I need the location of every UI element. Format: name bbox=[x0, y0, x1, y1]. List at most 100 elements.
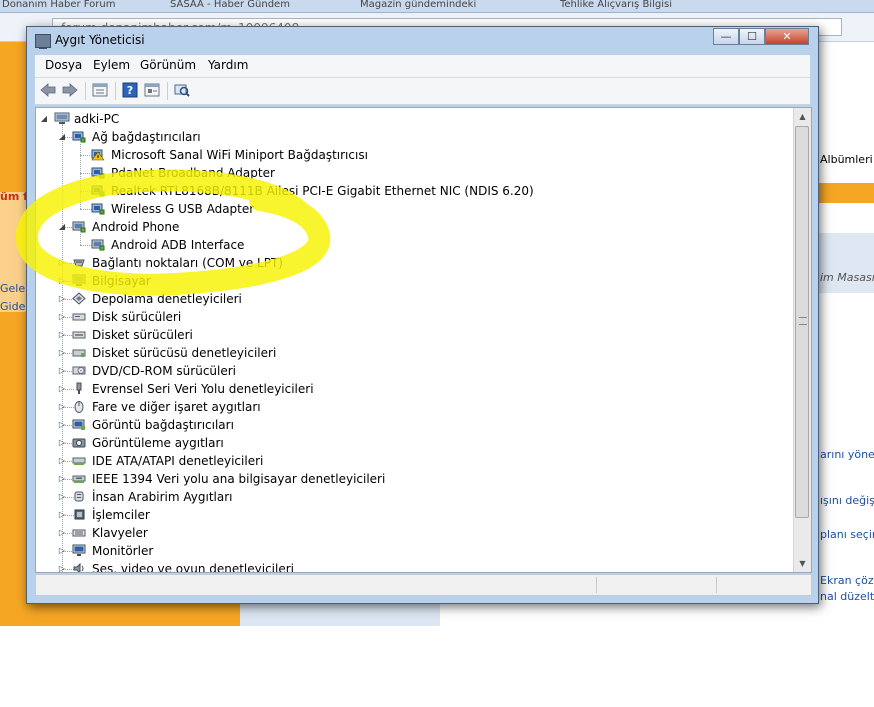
update-driver-icon[interactable] bbox=[143, 82, 161, 98]
page-left-label: üm f bbox=[0, 190, 28, 203]
menu-eylem[interactable]: Eylem bbox=[93, 58, 130, 72]
vertical-scrollbar[interactable]: ▲ ▼ bbox=[793, 108, 811, 572]
title-bar[interactable]: Aygıt Yöneticisi — ☐ ✕ bbox=[27, 27, 818, 55]
tree-connector-line bbox=[80, 144, 81, 209]
storage-controller-icon bbox=[72, 292, 86, 305]
menu-dosya[interactable]: Dosya bbox=[45, 58, 82, 72]
close-button[interactable]: ✕ bbox=[765, 28, 809, 45]
keyboard-icon bbox=[72, 526, 86, 539]
page-right-link[interactable]: nal düzeltili bbox=[820, 590, 874, 603]
computer-icon bbox=[72, 274, 86, 287]
expand-arrow-icon[interactable]: ▷ bbox=[58, 326, 66, 344]
collapse-arrow-icon[interactable]: ◢ bbox=[58, 128, 66, 146]
floppy-drive-icon bbox=[72, 328, 86, 341]
tree-item-label: Fare ve diğer işaret aygıtları bbox=[92, 400, 261, 414]
display-adapter-icon bbox=[72, 418, 86, 431]
network-adapter-icon bbox=[72, 130, 86, 143]
menu-gorunum[interactable]: Görünüm bbox=[140, 58, 196, 72]
status-separator bbox=[716, 577, 717, 593]
floppy-controller-icon bbox=[72, 346, 86, 359]
tree-item-label: Klavyeler bbox=[92, 526, 148, 540]
hid-icon bbox=[72, 490, 86, 503]
scroll-grip bbox=[799, 317, 807, 325]
menu-yardim[interactable]: Yardım bbox=[208, 58, 248, 72]
browser-tab[interactable]: Tehlike Alıçvarış Bilgisi bbox=[560, 0, 730, 12]
maximize-button[interactable]: ☐ bbox=[739, 28, 765, 45]
expand-arrow-icon[interactable]: ▷ bbox=[58, 524, 66, 542]
tree-item-label: Monitörler bbox=[92, 544, 154, 558]
tree-item-label: Disk sürücüleri bbox=[92, 310, 182, 324]
expand-arrow-icon[interactable]: ▷ bbox=[58, 416, 66, 434]
tree-item-label: Realtek RTL8168B/8111B Ailesi PCI-E Giga… bbox=[111, 184, 534, 198]
scroll-down-arrow-icon[interactable]: ▼ bbox=[794, 555, 811, 572]
menu-bar: Dosya Eylem Görünüm Yardım bbox=[35, 55, 810, 78]
processor-icon bbox=[72, 508, 86, 521]
page-right-link[interactable]: planı seçin bbox=[820, 528, 874, 541]
scan-hardware-icon[interactable] bbox=[173, 82, 191, 98]
network-adapter-icon bbox=[91, 202, 105, 215]
tree-connector-line bbox=[80, 234, 81, 245]
expand-arrow-icon[interactable]: ▷ bbox=[58, 542, 66, 560]
expand-arrow-icon[interactable]: ▷ bbox=[58, 308, 66, 326]
expand-arrow-icon[interactable]: ▷ bbox=[58, 362, 66, 380]
expand-arrow-icon[interactable]: ▷ bbox=[58, 452, 66, 470]
browser-tab[interactable]: SASAA - Haber Gündem bbox=[170, 0, 330, 12]
dvd-drive-icon bbox=[72, 364, 86, 377]
tree-item-label: Görüntü bağdaştırıcıları bbox=[92, 418, 234, 432]
toolbar-separator bbox=[115, 82, 116, 100]
tree-item-label: İşlemciler bbox=[92, 508, 150, 522]
mouse-icon bbox=[72, 400, 86, 413]
browser-tab[interactable]: Donanım Haber Forum bbox=[2, 0, 132, 12]
network-adapter-icon bbox=[91, 184, 105, 197]
tree-item-label: PdaNet Broadband Adapter bbox=[111, 166, 275, 180]
device-manager-window: Aygıt Yöneticisi — ☐ ✕ Dosya Eylem Görün… bbox=[26, 26, 819, 604]
tree-item-label: DVD/CD-ROM sürücüleri bbox=[92, 364, 237, 378]
browser-tab[interactable]: Magazin gündemindeki bbox=[360, 0, 530, 12]
collapse-arrow-icon[interactable]: ◢ bbox=[40, 110, 48, 128]
monitor-icon bbox=[72, 544, 86, 557]
computer-icon bbox=[54, 112, 70, 125]
tree-item-label: İnsan Arabirim Aygıtları bbox=[92, 490, 233, 504]
scroll-up-arrow-icon[interactable]: ▲ bbox=[794, 108, 811, 125]
tree-item-label: Android Phone bbox=[92, 220, 180, 234]
expand-arrow-icon[interactable]: ▷ bbox=[58, 560, 66, 572]
firewire-icon bbox=[72, 472, 86, 485]
scroll-thumb[interactable] bbox=[795, 126, 809, 518]
page-right-link[interactable]: ışını değiş bbox=[820, 494, 874, 507]
page-right-link[interactable]: arını yönet bbox=[820, 448, 874, 461]
network-adapter-icon bbox=[91, 166, 105, 179]
properties-icon[interactable] bbox=[91, 82, 109, 98]
status-separator bbox=[596, 577, 597, 593]
collapse-arrow-icon[interactable]: ◢ bbox=[58, 218, 66, 236]
expand-arrow-icon[interactable]: ▷ bbox=[58, 470, 66, 488]
tree-item-label: Görüntüleme aygıtları bbox=[92, 436, 224, 450]
tree-item-label: IDE ATA/ATAPI denetleyicileri bbox=[92, 454, 264, 468]
toolbar: ? bbox=[35, 78, 810, 105]
tree-item-label: Bilgisayar bbox=[92, 274, 151, 288]
device-manager-icon bbox=[35, 34, 51, 49]
expand-arrow-icon[interactable]: ▷ bbox=[58, 488, 66, 506]
expand-arrow-icon[interactable]: ▷ bbox=[58, 506, 66, 524]
expand-arrow-icon[interactable]: ▷ bbox=[58, 272, 66, 290]
page-right-link[interactable]: Ekran çözü bbox=[820, 574, 874, 587]
tree-item-label: IEEE 1394 Veri yolu ana bilgisayar denet… bbox=[92, 472, 386, 486]
tree-item-label: Evrensel Seri Veri Yolu denetleyicileri bbox=[92, 382, 314, 396]
page-right-text[interactable]: Albümleri bbox=[820, 153, 873, 166]
tree-item-label: Android ADB Interface bbox=[111, 238, 245, 252]
expand-arrow-icon[interactable]: ▷ bbox=[58, 290, 66, 308]
minimize-button[interactable]: — bbox=[713, 28, 739, 45]
imaging-device-icon bbox=[72, 436, 86, 449]
expand-arrow-icon[interactable]: ▷ bbox=[58, 344, 66, 362]
help-icon[interactable]: ? bbox=[121, 82, 139, 98]
expand-arrow-icon[interactable]: ▷ bbox=[58, 380, 66, 398]
toolbar-separator bbox=[85, 82, 86, 100]
window-title: Aygıt Yöneticisi bbox=[55, 33, 145, 47]
disk-drive-icon bbox=[72, 310, 86, 323]
expand-arrow-icon[interactable]: ▷ bbox=[58, 398, 66, 416]
forward-arrow-icon[interactable] bbox=[61, 82, 79, 98]
expand-arrow-icon[interactable]: ▷ bbox=[58, 254, 66, 272]
sound-icon bbox=[72, 562, 86, 572]
back-arrow-icon[interactable] bbox=[39, 82, 57, 98]
expand-arrow-icon[interactable]: ▷ bbox=[58, 434, 66, 452]
status-bar bbox=[35, 574, 812, 596]
